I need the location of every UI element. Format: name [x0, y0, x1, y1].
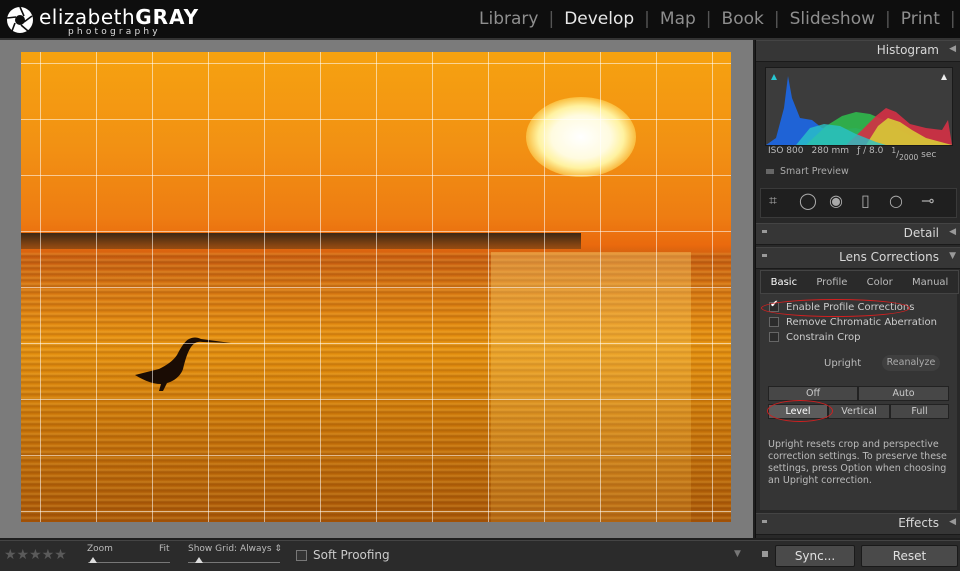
- fit-label: Fit: [159, 544, 170, 554]
- collapse-arrow-icon: ◀: [949, 227, 956, 237]
- upright-help-text: Upright resets crop and perspective corr…: [768, 439, 947, 486]
- detail-title: Detail: [903, 226, 939, 240]
- zoom-label: Zoom: [87, 544, 113, 554]
- grid-size-thumb[interactable]: [195, 557, 203, 563]
- highlight-clipping-icon: [941, 74, 947, 80]
- module-print[interactable]: Print: [900, 9, 941, 29]
- adjustment-brush-icon[interactable]: ⊸: [921, 191, 934, 210]
- right-panel-group: Histogram ◀ ISO 800 280 mm ƒ / 8.0 1/200…: [755, 40, 960, 538]
- soft-proofing-label: Soft Proofing: [313, 548, 390, 562]
- overlay-grid: [21, 52, 731, 522]
- focal-length: 280 mm: [811, 146, 850, 156]
- collapse-arrow-icon: ◀: [949, 44, 956, 54]
- module-book[interactable]: Book: [721, 9, 765, 29]
- brand-name: elizabethGRAY: [39, 5, 200, 29]
- radial-filter-icon[interactable]: ○: [889, 191, 903, 210]
- constrain-crop-checkbox[interactable]: Constrain Crop: [769, 332, 860, 343]
- tab-color[interactable]: Color: [867, 277, 893, 288]
- crop-icon[interactable]: ⌗: [769, 193, 777, 209]
- checkbox-icon: [769, 317, 779, 327]
- zoom-slider-thumb[interactable]: [89, 557, 97, 563]
- collapse-arrow-icon: ◀: [949, 517, 956, 527]
- upright-full-button[interactable]: Full: [890, 404, 949, 419]
- lens-corrections-header[interactable]: Lens Corrections ▼: [756, 247, 960, 269]
- module-develop[interactable]: Develop: [563, 9, 635, 29]
- upright-auto-button[interactable]: Auto: [858, 386, 949, 401]
- toolbar-menu-icon[interactable]: ▼: [734, 549, 741, 559]
- aperture-value: ƒ / 8.0: [857, 146, 884, 156]
- lens-tabs: Basic Profile Color Manual: [760, 270, 959, 294]
- highlight-annotation: [767, 400, 833, 422]
- checkbox-icon: [769, 332, 779, 342]
- panel-actions: Sync... Reset: [755, 540, 960, 571]
- spot-removal-icon[interactable]: ◯: [799, 191, 817, 210]
- smart-preview-icon: [766, 169, 774, 174]
- upright-off-button[interactable]: Off: [768, 386, 858, 401]
- remove-chromatic-aberration-checkbox[interactable]: Remove Chromatic Aberration: [769, 317, 937, 328]
- shadow-clipping-icon: [771, 74, 777, 80]
- highlight-annotation: [761, 299, 910, 317]
- effects-panel-header[interactable]: Effects ◀: [756, 513, 960, 535]
- detail-panel-header[interactable]: Detail ◀: [756, 223, 960, 245]
- module-library[interactable]: Library: [478, 9, 539, 29]
- brand-tagline: photography: [68, 27, 161, 37]
- histogram-title: Histogram: [876, 43, 939, 57]
- lens-corrections-title: Lens Corrections: [839, 250, 939, 264]
- module-slideshow[interactable]: Slideshow: [789, 9, 876, 29]
- toggle-switch-icon[interactable]: [762, 551, 768, 557]
- sync-button[interactable]: Sync...: [775, 545, 855, 567]
- aperture-logo-icon: [6, 6, 33, 33]
- smart-preview-status: Smart Preview: [766, 166, 849, 177]
- histogram[interactable]: [765, 67, 953, 146]
- tab-profile[interactable]: Profile: [816, 277, 847, 288]
- stepper-icon: ⇕: [274, 544, 282, 554]
- module-picker: Library | Develop | Map | Book | Slideshow | …: [478, 9, 956, 29]
- image-canvas: [0, 40, 753, 538]
- effects-title: Effects: [898, 516, 939, 530]
- module-bar: elizabethGRAY photography Library | Devel…: [0, 0, 960, 40]
- red-eye-icon[interactable]: ◉: [829, 191, 843, 210]
- toolbar: ★★★★★ Zoom Fit Show Grid: Always ⇕ Soft …: [0, 540, 755, 571]
- tab-manual[interactable]: Manual: [912, 277, 948, 288]
- iso-value: ISO 800: [768, 146, 804, 156]
- graduated-filter-icon[interactable]: ▯: [861, 191, 870, 210]
- soft-proofing-checkbox[interactable]: [296, 550, 307, 561]
- upright-label: Upright: [824, 358, 862, 369]
- exif-info: ISO 800 280 mm ƒ / 8.0 1/2000 sec: [768, 146, 958, 162]
- star-rating[interactable]: ★★★★★: [4, 547, 67, 563]
- module-map[interactable]: Map: [659, 9, 697, 29]
- histogram-header[interactable]: Histogram ◀: [756, 40, 960, 62]
- tab-basic[interactable]: Basic: [771, 277, 797, 288]
- tool-strip: ⌗ ◯ ◉ ▯ ○ ⊸: [760, 188, 957, 218]
- shutter-speed: 1/2000 sec: [891, 146, 937, 162]
- expand-arrow-icon: ▼: [949, 251, 956, 261]
- reset-button[interactable]: Reset: [861, 545, 958, 567]
- upright-vertical-button[interactable]: Vertical: [828, 404, 890, 419]
- reanalyze-button[interactable]: Reanalyze: [882, 355, 940, 371]
- zoom-slider[interactable]: [88, 562, 170, 563]
- photo-preview[interactable]: [21, 52, 731, 522]
- show-grid-control[interactable]: Show Grid: Always ⇕: [188, 544, 282, 554]
